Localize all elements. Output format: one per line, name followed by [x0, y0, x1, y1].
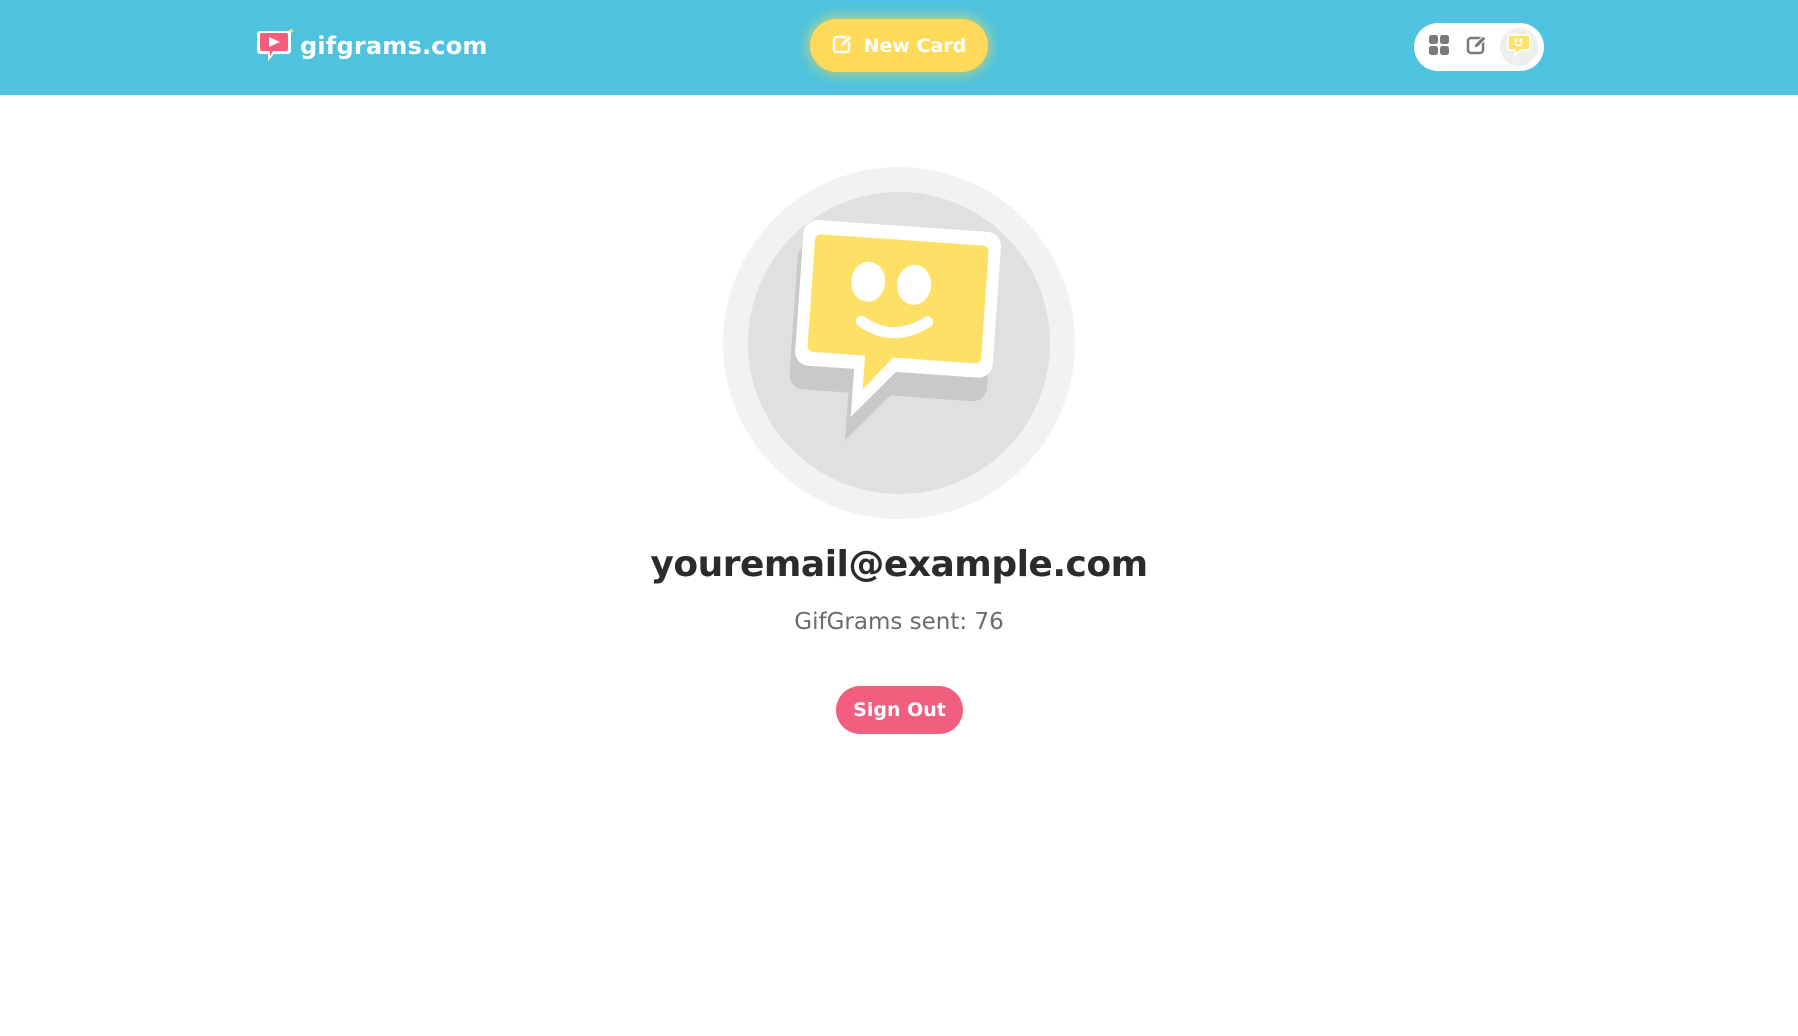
avatar — [748, 192, 1050, 494]
edit-icon — [832, 33, 854, 59]
edit-icon — [1466, 34, 1488, 60]
grid-icon — [1428, 34, 1450, 60]
user-email: youremail@example.com — [650, 544, 1148, 585]
page: gifgrams.com New Card youremail@example.… — [0, 0, 1798, 1036]
logo-play-bubble-icon — [256, 27, 294, 65]
smiley-speech-bubble-icon — [789, 220, 1001, 441]
compose-button[interactable] — [1463, 33, 1491, 61]
sign-out-label: Sign Out — [853, 699, 946, 721]
sign-out-button[interactable]: Sign Out — [836, 686, 963, 734]
profile-button[interactable] — [1500, 28, 1538, 66]
new-card-button[interactable]: New Card — [810, 19, 988, 72]
nav-pill — [1414, 23, 1544, 71]
gallery-button[interactable] — [1425, 33, 1453, 61]
logo-text: gifgrams.com — [300, 32, 488, 60]
smiley-bubble-icon — [1506, 32, 1532, 62]
new-card-label: New Card — [863, 34, 967, 57]
gifgrams-sent-count: GifGrams sent: 76 — [794, 609, 1004, 635]
logo-link[interactable]: gifgrams.com — [256, 26, 488, 66]
header-bar: gifgrams.com New Card — [0, 0, 1798, 95]
